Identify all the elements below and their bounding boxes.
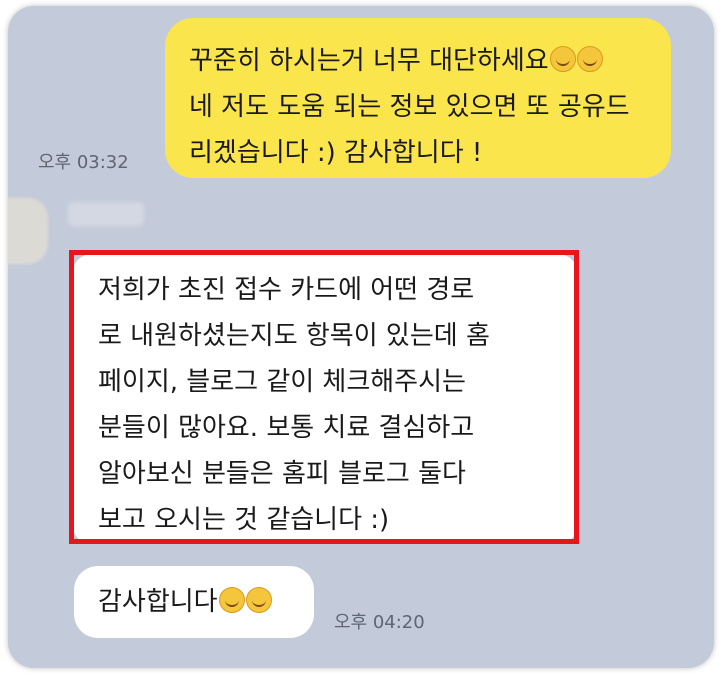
message-line: 저희가 초진 접수 카드에 어떤 경로 — [98, 275, 475, 305]
message-line: 리겠습니다 :) 감사합니다 ! — [189, 138, 483, 168]
message-timestamp: 오후 03:32 — [38, 152, 129, 173]
chat-window: 꾸준히 하시는거 너무 대단하세요 네 저도 도움 되는 정보 있으면 또 공유… — [8, 6, 714, 668]
incoming-message-bubble-short[interactable]: 감사합니다 — [74, 566, 314, 638]
relieved-face-emoji-icon — [576, 46, 603, 72]
message-text: 꾸준히 하시는거 너무 대단하세요 — [189, 46, 549, 76]
message-line: 네 저도 도움 되는 정보 있으면 또 공유드 — [189, 92, 630, 122]
incoming-message-bubble[interactable]: 저희가 초진 접수 카드에 어떤 경로 로 내원하셨는지도 항목이 있는데 홈 … — [72, 254, 578, 544]
relieved-face-emoji-icon — [549, 46, 576, 72]
message-line: 보고 오시는 것 같습니다 :) — [98, 505, 390, 535]
outgoing-message-bubble[interactable]: 꾸준히 하시는거 너무 대단하세요 네 저도 도움 되는 정보 있으면 또 공유… — [165, 18, 671, 178]
message-line: 분들이 많아요. 보통 치료 결심하고 — [98, 413, 475, 443]
message-line: 로 내원하셨는지도 항목이 있는데 홈 — [98, 321, 490, 351]
message-text: 감사합니다 — [98, 587, 218, 617]
message-line: 페이지, 블로그 같이 체크해주시는 — [98, 367, 466, 397]
message-line: 알아보신 분들은 홈피 블로그 둘다 — [98, 459, 466, 489]
sender-name-blurred — [68, 202, 144, 226]
avatar[interactable] — [8, 198, 48, 264]
smiling-face-emoji-icon — [218, 587, 245, 613]
smiling-face-emoji-icon — [245, 587, 272, 613]
message-line: 꾸준히 하시는거 너무 대단하세요 — [189, 38, 651, 84]
message-timestamp: 오후 04:20 — [334, 612, 425, 633]
